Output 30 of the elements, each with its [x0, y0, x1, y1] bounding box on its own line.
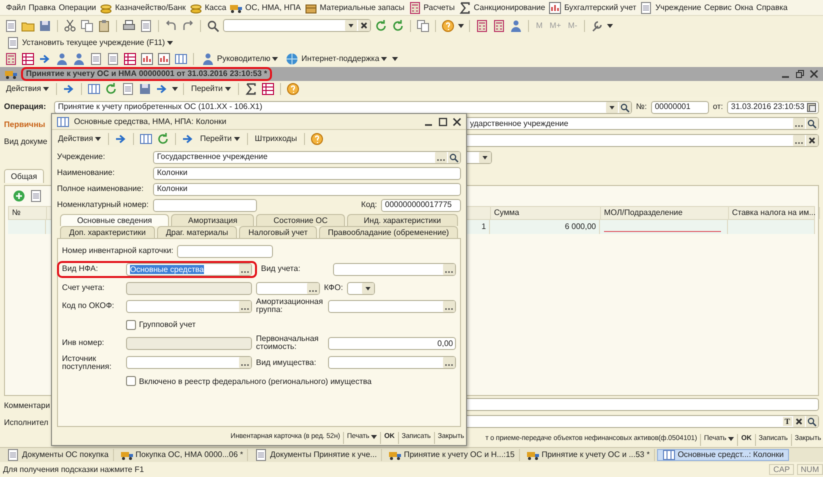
field-label: Групповой учет	[139, 320, 196, 330]
status-indicator: CAP	[769, 464, 794, 476]
field-label: Включено в реестр федерального (регионального) имущества	[139, 376, 372, 386]
field-label: Амортизационная группа:	[256, 298, 324, 315]
field-label: Номер инвентарной карточки:	[62, 246, 174, 256]
status-indicator: NUM	[796, 464, 823, 476]
field-label: Вид учета:	[261, 265, 302, 274]
field-label: Учреждение:	[57, 152, 106, 162]
status-hint: Для получения подсказки нажмите F1	[3, 464, 144, 474]
field-label: Полное наименование:	[57, 184, 145, 194]
window-title: Принятие к учету ОС и НМА 00000001 от 31.03.2016 23:10:53 *	[21, 67, 272, 81]
field-label: Счет учета:	[62, 284, 106, 292]
field-label: Исполнител	[4, 416, 50, 429]
field-label: от:	[712, 102, 723, 112]
table-cell: 6 000,00	[490, 220, 600, 234]
field-label: Код по ОКОФ:	[62, 302, 116, 311]
field-label: Вид НФА:	[62, 265, 99, 274]
field-label: КФО:	[324, 283, 343, 293]
field-label: Первоначальная стоимость:	[256, 334, 320, 352]
field-label: Вид имущества:	[256, 358, 318, 368]
field-label: Вид докуме	[4, 136, 48, 148]
field-label: Инв номер:	[62, 338, 106, 348]
field-label: Код:	[361, 200, 377, 210]
field-label: Операция:	[4, 102, 48, 112]
window-title: Основные средства, НМА, НПА: Колонки	[74, 116, 226, 126]
field-label: №:	[636, 102, 647, 112]
field-label: Источник поступления:	[62, 354, 112, 372]
field-label: Комментари	[4, 400, 51, 412]
field-label: Наименование:	[57, 168, 116, 178]
field-label: Номенклатурный номер:	[57, 200, 149, 210]
